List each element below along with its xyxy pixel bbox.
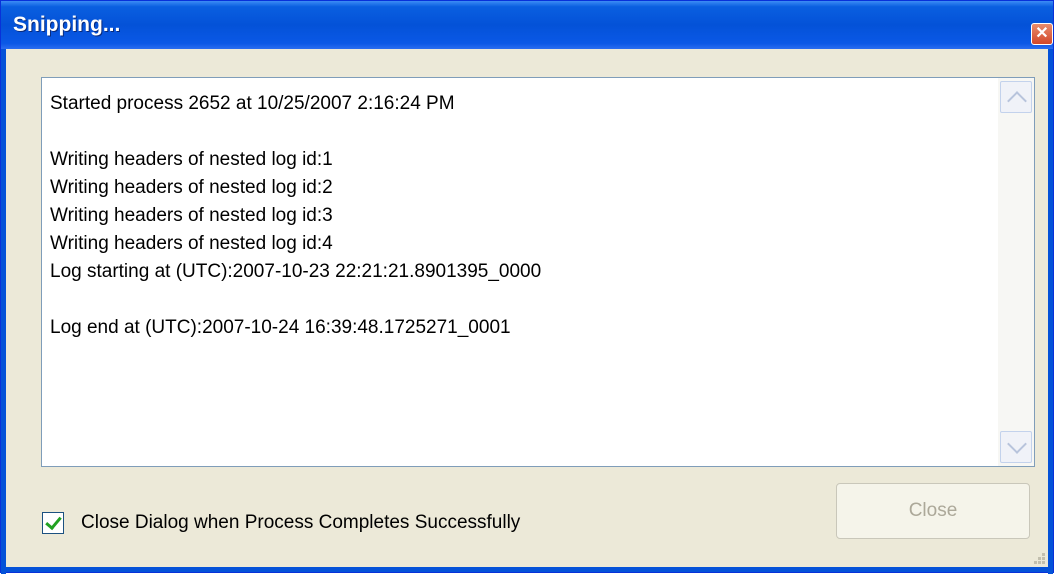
log-line: Writing headers of nested log id:2 [50, 177, 333, 198]
close-on-success-checkbox[interactable] [42, 512, 64, 534]
close-icon[interactable]: ✕ [1031, 23, 1053, 45]
chevron-up-icon [1007, 91, 1027, 111]
log-line: Log end at (UTC):2007-10-24 16:39:48.172… [50, 317, 511, 338]
close-on-success-label[interactable]: Close Dialog when Process Completes Succ… [81, 512, 520, 534]
log-line: Writing headers of nested log id:3 [50, 205, 333, 226]
resize-grip-icon[interactable] [1031, 550, 1045, 564]
close-button[interactable]: Close [836, 483, 1030, 539]
log-output-textbox[interactable]: Started process 2652 at 10/25/2007 2:16:… [41, 77, 1035, 467]
log-line: Writing headers of nested log id:4 [50, 233, 333, 254]
checkmark-icon [45, 512, 62, 531]
window-frame-left [1, 49, 6, 574]
window-title: Snipping... [13, 13, 121, 36]
scroll-up-button[interactable] [1000, 81, 1032, 113]
scroll-down-button[interactable] [1000, 431, 1032, 463]
window-frame-bottom [1, 567, 1053, 572]
title-bar[interactable]: Snipping... ✕ [1, 1, 1053, 49]
vertical-scrollbar[interactable] [998, 78, 1034, 466]
snipping-dialog: Snipping... ✕ Started process 2652 at 10… [0, 0, 1054, 574]
window-frame-right [1048, 49, 1053, 574]
log-line: Started process 2652 at 10/25/2007 2:16:… [50, 93, 455, 114]
log-line: Writing headers of nested log id:1 [50, 149, 333, 170]
chevron-down-icon [1007, 434, 1027, 454]
log-line: Log starting at (UTC):2007-10-23 22:21:2… [50, 261, 542, 282]
log-text: Started process 2652 at 10/25/2007 2:16:… [50, 90, 541, 342]
